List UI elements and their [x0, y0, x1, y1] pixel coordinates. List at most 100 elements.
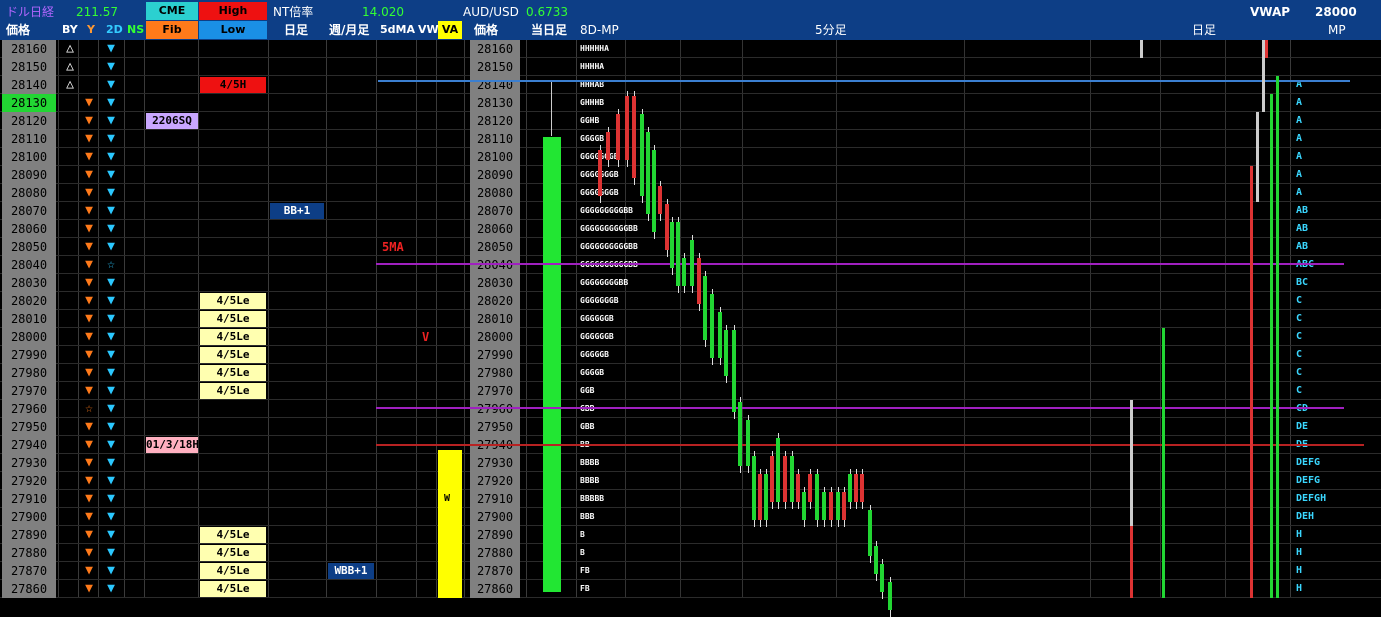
price-cell[interactable]: 27970	[2, 382, 56, 400]
by-marker-icon	[62, 274, 78, 292]
candle-body	[752, 456, 756, 520]
price-cell-right[interactable]: 27900	[470, 508, 520, 526]
price-cell-right[interactable]: 28150	[470, 58, 520, 76]
header-bar: ドル日経 211.57 CME High NT倍率 14.020 AUD/USD…	[0, 0, 1381, 40]
price-cell[interactable]: 28050	[2, 238, 56, 256]
by-marker-icon	[62, 166, 78, 184]
price-cell[interactable]: 28040	[2, 256, 56, 274]
column-divider	[526, 40, 527, 598]
candle-body	[802, 492, 806, 520]
price-cell-right[interactable]: 27980	[470, 364, 520, 382]
price-cell[interactable]: 27860	[2, 580, 56, 598]
2d-marker-icon: ▼	[107, 167, 115, 182]
price-cell[interactable]: 28160	[2, 40, 56, 58]
candle-body	[697, 258, 701, 304]
market-profile-8d: FB	[580, 584, 590, 593]
candle-body	[860, 474, 864, 502]
price-cell[interactable]: 27870	[2, 562, 56, 580]
price-cell[interactable]: 27960	[2, 400, 56, 418]
price-cell-right[interactable]: 28110	[470, 130, 520, 148]
2d-marker-icon: ▼	[107, 149, 115, 164]
by-marker-icon: △	[66, 59, 74, 74]
market-profile: AB	[1296, 241, 1309, 252]
price-cell-right[interactable]: 28100	[470, 148, 520, 166]
candle-body	[658, 186, 662, 214]
price-cell-right[interactable]: 27930	[470, 454, 520, 472]
price-cell-right[interactable]: 27910	[470, 490, 520, 508]
resistance-line	[378, 80, 1350, 82]
price-cell[interactable]: 28120	[2, 112, 56, 130]
price-cell-right[interactable]: 28140	[470, 76, 520, 94]
price-cell-right[interactable]: 27880	[470, 544, 520, 562]
row-divider	[0, 489, 1381, 490]
price-cell-right[interactable]: 28070	[470, 202, 520, 220]
price-cell[interactable]: 28070	[2, 202, 56, 220]
price-cell-right[interactable]: 28030	[470, 274, 520, 292]
price-cell-right[interactable]: 28050	[470, 238, 520, 256]
column-divider	[576, 40, 577, 598]
price-cell[interactable]: 28030	[2, 274, 56, 292]
price-cell[interactable]: 28100	[2, 148, 56, 166]
price-cell-right[interactable]: 27970	[470, 382, 520, 400]
price-cell[interactable]: 28000	[2, 328, 56, 346]
price-cell[interactable]: 28020	[2, 292, 56, 310]
price-cell-right[interactable]: 28120	[470, 112, 520, 130]
price-cell-right[interactable]: 28040	[470, 256, 520, 274]
price-cell[interactable]: 27880	[2, 544, 56, 562]
column-divider	[416, 40, 417, 598]
2d-marker-icon: ▼	[107, 185, 115, 200]
candle-body	[670, 222, 674, 268]
price-cell-right[interactable]: 28080	[470, 184, 520, 202]
price-cell-right[interactable]: 28090	[470, 166, 520, 184]
price-cell[interactable]: 28130	[2, 94, 56, 112]
2d-marker-icon: ▼	[107, 113, 115, 128]
price-cell-right[interactable]: 27920	[470, 472, 520, 490]
price-cell-right[interactable]: 27960	[470, 400, 520, 418]
price-cell-right[interactable]: 27990	[470, 346, 520, 364]
price-cell-right[interactable]: 27950	[470, 418, 520, 436]
price-cell[interactable]: 27940	[2, 436, 56, 454]
price-cell[interactable]: 27930	[2, 454, 56, 472]
market-profile-8d: GGGGGGGGGGBB	[580, 242, 638, 251]
by-marker-icon	[62, 436, 78, 454]
price-cell-right[interactable]: 28060	[470, 220, 520, 238]
price-cell-right[interactable]: 28000	[470, 328, 520, 346]
price-cell[interactable]: 27980	[2, 364, 56, 382]
price-cell[interactable]: 27890	[2, 526, 56, 544]
row-divider	[0, 543, 1381, 544]
daily-candle	[1140, 40, 1143, 58]
price-cell[interactable]: 27920	[2, 472, 56, 490]
market-profile: H	[1296, 565, 1303, 576]
price-cell-right[interactable]: 27890	[470, 526, 520, 544]
daily-candle	[1265, 40, 1268, 58]
market-profile: A	[1296, 79, 1303, 90]
price-cell-right[interactable]: 28010	[470, 310, 520, 328]
candle-body	[874, 546, 878, 574]
price-cell[interactable]: 27950	[2, 418, 56, 436]
market-profile-8d: GGGGGGGGGGBB	[580, 224, 638, 233]
price-cell-right[interactable]: 27860	[470, 580, 520, 598]
candle-body	[724, 330, 728, 376]
price-cell[interactable]: 28060	[2, 220, 56, 238]
price-cell-right[interactable]: 27870	[470, 562, 520, 580]
price-cell[interactable]: 27900	[2, 508, 56, 526]
price-cell-right[interactable]: 28130	[470, 94, 520, 112]
price-cell-right[interactable]: 28160	[470, 40, 520, 58]
y-marker-icon: ▼	[85, 275, 93, 290]
price-cell[interactable]: 28140	[2, 76, 56, 94]
price-cell[interactable]: 27910	[2, 490, 56, 508]
y-marker-icon: ▼	[85, 545, 93, 560]
price-cell[interactable]: 28080	[2, 184, 56, 202]
price-cell[interactable]: 28090	[2, 166, 56, 184]
candle-body	[616, 114, 620, 160]
2d-marker-icon: ▼	[107, 455, 115, 470]
y-marker-icon: ▼	[85, 167, 93, 182]
price-cell-right[interactable]: 28020	[470, 292, 520, 310]
y-marker-icon: ▼	[85, 329, 93, 344]
price-cell[interactable]: 28110	[2, 130, 56, 148]
column-divider	[436, 40, 437, 598]
price-cell[interactable]: 28010	[2, 310, 56, 328]
price-cell[interactable]: 27990	[2, 346, 56, 364]
2d-marker-icon: ▼	[107, 311, 115, 326]
price-cell[interactable]: 28150	[2, 58, 56, 76]
